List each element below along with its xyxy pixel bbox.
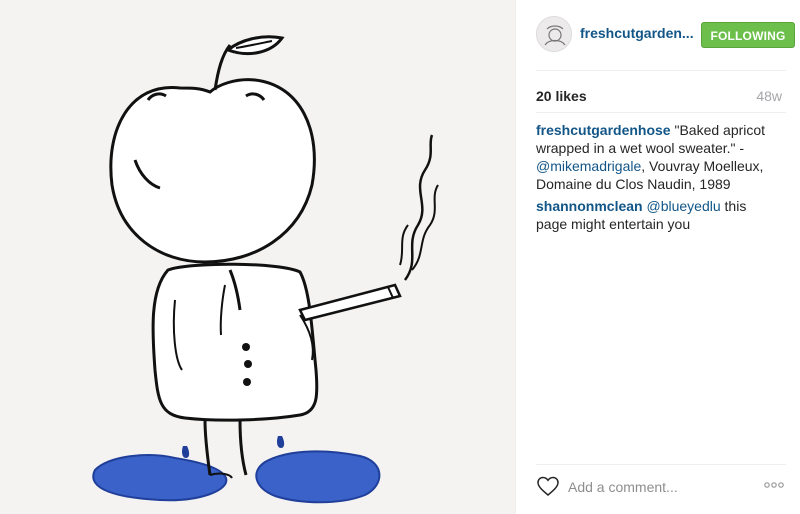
comment-item: freshcutgardenhose "Baked apricot wrappe… xyxy=(536,121,781,193)
like-button[interactable] xyxy=(536,474,560,498)
comment-mention[interactable]: @blueyedlu xyxy=(646,198,720,214)
comment-username[interactable]: freshcutgardenhose xyxy=(536,122,671,138)
add-comment-input[interactable] xyxy=(568,477,748,497)
author-username[interactable]: freshcutgarden... xyxy=(580,25,700,41)
apricot-drawing xyxy=(0,0,515,514)
avatar-icon xyxy=(537,17,571,51)
heart-icon xyxy=(537,476,559,496)
comment-item: shannonmclean @blueyedlu this page might… xyxy=(536,197,781,233)
comment-username[interactable]: shannonmclean xyxy=(536,198,643,214)
post-sidebar: freshcutgarden... FOLLOWING 20 likes 48w… xyxy=(515,0,800,514)
likes-divider xyxy=(536,112,786,113)
post-age: 48w xyxy=(756,88,782,104)
comment-mention[interactable]: @mikemadrigale xyxy=(536,158,641,174)
likes-count[interactable]: 20 likes xyxy=(536,88,587,104)
post-image[interactable] xyxy=(0,0,515,514)
avatar[interactable] xyxy=(536,16,572,52)
following-button[interactable]: FOLLOWING xyxy=(701,22,795,48)
header-divider xyxy=(536,70,786,71)
post-header: freshcutgarden... FOLLOWING xyxy=(536,16,795,56)
more-options-icon xyxy=(764,482,784,488)
instagram-post-modal: freshcutgarden... FOLLOWING 20 likes 48w… xyxy=(0,0,800,514)
more-options-button[interactable] xyxy=(762,475,786,495)
comment-footer xyxy=(536,472,786,502)
comments-list: freshcutgardenhose "Baked apricot wrappe… xyxy=(536,121,781,237)
footer-divider xyxy=(536,464,786,465)
